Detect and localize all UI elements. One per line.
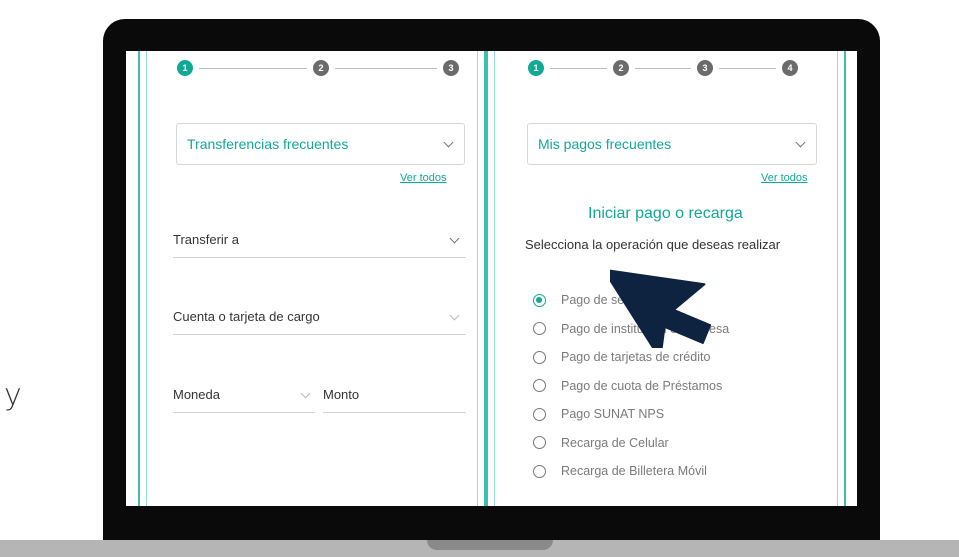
payment-section-title: Iniciar pago o recarga — [588, 205, 743, 222]
laptop-screen: 1 2 3 Transferencias frecuentes Ver todo… — [126, 51, 857, 506]
frequent-transfers-dropdown[interactable]: Transferencias frecuentes — [176, 123, 465, 165]
radio-button[interactable] — [533, 407, 546, 421]
laptop-notch — [427, 540, 553, 550]
payment-stepper: 1 2 3 4 — [528, 60, 798, 76]
payment-option-label: Pago SUNAT NPS — [561, 407, 665, 421]
payment-option-label: Pago de cuota de Préstamos — [561, 378, 723, 393]
payment-option-label: Pago de tarjetas de crédito — [561, 350, 711, 364]
step-1: 1 — [528, 60, 544, 76]
frequent-transfers-label: Transferencias frecuentes — [187, 136, 349, 152]
step-4: 4 — [782, 60, 798, 76]
step-2: 2 — [613, 60, 629, 76]
amount-input[interactable]: Monto — [323, 387, 466, 413]
radio-button[interactable] — [533, 350, 546, 364]
charge-account-label: Cuenta o tarjeta de cargo — [173, 309, 320, 324]
transfer-to-label: Transferir a — [173, 232, 239, 247]
see-all-payments-link[interactable]: Ver todos — [761, 172, 807, 184]
payment-option[interactable]: Recarga de Celular — [533, 433, 669, 453]
chevron-down-icon — [449, 233, 460, 244]
radio-button[interactable] — [533, 379, 546, 392]
see-all-transfers-link[interactable]: Ver todos — [400, 172, 446, 184]
step-3: 3 — [697, 60, 713, 76]
step-2: 2 — [313, 60, 329, 76]
side-letter: y — [4, 378, 22, 413]
payment-option[interactable]: Pago de cuota de Préstamos — [533, 376, 722, 396]
currency-label: Moneda — [173, 387, 220, 402]
payment-option-label: Recarga de Billetera Móvil — [561, 464, 707, 478]
radio-button[interactable] — [533, 436, 546, 449]
charge-account-select[interactable]: Cuenta o tarjeta de cargo — [173, 309, 466, 335]
mouse-cursor-icon — [610, 268, 712, 348]
chevron-down-icon — [795, 137, 806, 148]
frequent-payments-dropdown[interactable]: Mis pagos frecuentes — [527, 123, 817, 165]
frequent-payments-label: Mis pagos frecuentes — [538, 136, 672, 152]
step-3: 3 — [443, 60, 459, 76]
transfer-panel: 1 2 3 Transferencias frecuentes Ver todo… — [138, 51, 486, 506]
transfer-stepper: 1 2 3 — [177, 60, 459, 76]
chevron-down-icon — [449, 310, 460, 321]
transfer-to-select[interactable]: Transferir a — [173, 232, 466, 258]
amount-label: Monto — [323, 387, 360, 402]
payment-option[interactable]: Pago de tarjetas de crédito — [533, 347, 710, 367]
radio-button[interactable] — [533, 322, 546, 335]
radio-button[interactable] — [533, 464, 546, 478]
payment-option[interactable]: Recarga de Billetera Móvil — [533, 461, 707, 481]
payment-option-label: Recarga de Celular — [561, 435, 669, 450]
chevron-down-icon — [300, 388, 311, 399]
radio-button[interactable] — [533, 293, 546, 307]
currency-select[interactable]: Moneda — [173, 387, 315, 413]
step-1: 1 — [177, 60, 193, 76]
chevron-down-icon — [443, 137, 454, 148]
payment-option[interactable]: Pago SUNAT NPS — [533, 404, 664, 424]
